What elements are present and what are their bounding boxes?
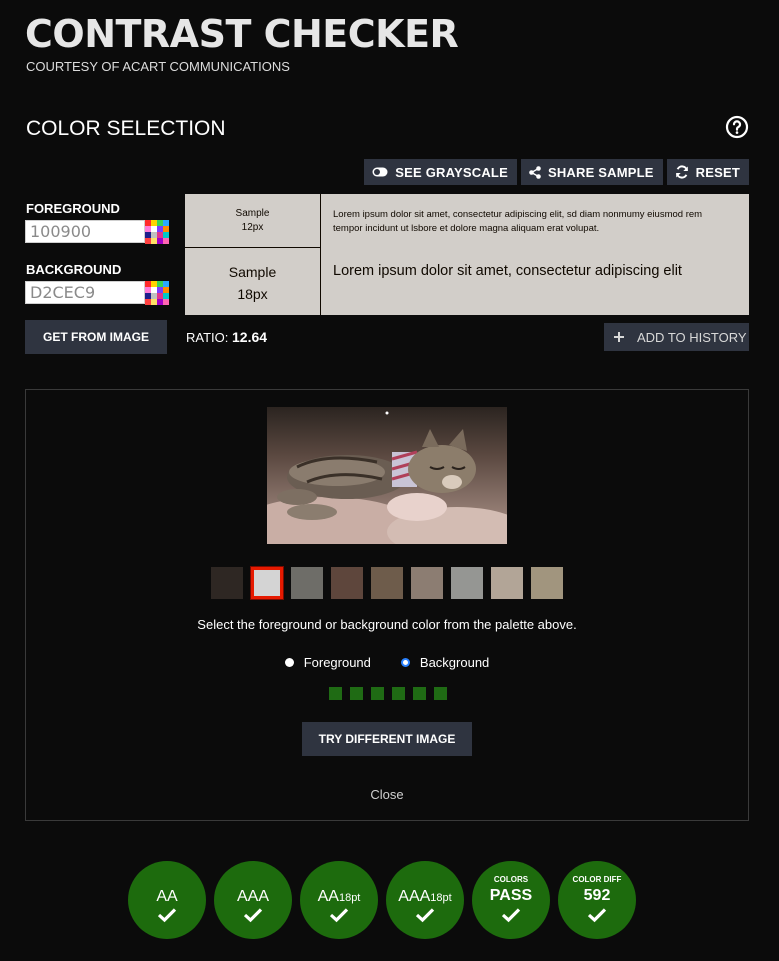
palette-swatch[interactable] bbox=[331, 567, 363, 599]
sample-18px-label-line1: Sample bbox=[228, 264, 277, 280]
badge-aa-18pt: AA18pt bbox=[300, 861, 378, 939]
plus-icon bbox=[614, 332, 624, 342]
share-sample-button[interactable]: SHARE SAMPLE bbox=[520, 159, 663, 185]
palette-instruction: Select the foreground or background colo… bbox=[197, 617, 577, 632]
close-panel-link[interactable]: Close bbox=[26, 787, 748, 802]
check-icon bbox=[157, 908, 177, 923]
check-icon bbox=[243, 908, 263, 923]
sample-preview: Sample 12px Sample 18px Lorem ipsum dolo… bbox=[185, 194, 749, 315]
reset-label: RESET bbox=[695, 164, 740, 180]
badge-colors-caption: COLORS bbox=[493, 875, 529, 884]
palette-swatch[interactable] bbox=[451, 567, 483, 599]
refresh-icon bbox=[675, 165, 688, 179]
check-icon bbox=[501, 908, 521, 923]
palette-swatch[interactable] bbox=[291, 567, 323, 599]
background-input[interactable]: D2CEC9 bbox=[25, 281, 145, 304]
radio-background[interactable]: Background bbox=[400, 655, 490, 670]
palette-swatch[interactable] bbox=[371, 567, 403, 599]
help-icon[interactable] bbox=[725, 115, 749, 139]
get-from-image-button[interactable]: GET FROM IMAGE bbox=[25, 320, 167, 354]
palette-swatch[interactable] bbox=[531, 567, 563, 599]
progress-step bbox=[392, 687, 405, 700]
foreground-input[interactable]: 100900 bbox=[25, 220, 145, 243]
sample-18px-label: Sample 18px bbox=[185, 261, 320, 305]
sample-12px-label: Sample 12px bbox=[185, 207, 320, 235]
image-color-panel: Select the foreground or background colo… bbox=[25, 389, 749, 821]
color-target-radios: Foreground Background bbox=[26, 655, 748, 670]
progress-step bbox=[434, 687, 447, 700]
sample-18px-text: Lorem ipsum dolor sit amet, consectetur … bbox=[333, 263, 682, 279]
radio-foreground-dot[interactable] bbox=[284, 658, 294, 667]
badge-color-diff-value: 592 bbox=[583, 887, 611, 904]
foreground-color-picker-icon[interactable] bbox=[145, 220, 169, 244]
progress-step bbox=[371, 687, 384, 700]
add-to-history-label: ADD TO HISTORY bbox=[637, 329, 747, 345]
badge-aa-18pt-main: AA bbox=[317, 888, 339, 905]
share-sample-label: SHARE SAMPLE bbox=[547, 164, 654, 180]
ratio-label: RATIO: bbox=[186, 330, 229, 345]
reset-button[interactable]: RESET bbox=[666, 159, 749, 185]
badge-aaa-18pt-main: AAA bbox=[398, 888, 431, 905]
radio-background-dot[interactable] bbox=[400, 658, 410, 667]
background-color-picker-icon[interactable] bbox=[145, 281, 169, 305]
see-grayscale-label: SEE GRAYSCALE bbox=[395, 164, 508, 180]
page-title: CONTRAST CHECKER bbox=[25, 12, 459, 56]
page-subtitle: COURTESY OF ACART COMMUNICATIONS bbox=[26, 59, 290, 74]
toggle-icon bbox=[372, 167, 388, 177]
badge-aaa-18pt-label: AAA18pt bbox=[386, 888, 464, 907]
badge-aa: AA bbox=[128, 861, 206, 939]
results-badges: AA AAA AA18pt AAA18pt COLORS PASS COLOR … bbox=[128, 861, 636, 939]
contrast-ratio: RATIO: 12.64 bbox=[186, 329, 267, 345]
sample-12px-label-line2: 12px bbox=[241, 222, 264, 233]
check-icon bbox=[415, 908, 435, 923]
progress-step bbox=[413, 687, 426, 700]
badge-aa-18pt-label: AA18pt bbox=[300, 888, 378, 907]
toolbar: SEE GRAYSCALE SHARE SAMPLE RESET bbox=[364, 159, 749, 185]
badge-aa-label: AA bbox=[156, 888, 178, 905]
radio-background-label: Background bbox=[419, 655, 490, 670]
palette-swatch[interactable] bbox=[411, 567, 443, 599]
badge-aa-18pt-sub: 18pt bbox=[338, 892, 361, 904]
sample-image bbox=[267, 407, 507, 544]
sample-12px-text: Lorem ipsum dolor sit amet, consectetur … bbox=[333, 209, 703, 234]
add-to-history-button[interactable]: ADD TO HISTORY bbox=[604, 323, 749, 351]
badge-color-diff-caption: COLOR DIFF bbox=[572, 875, 622, 884]
foreground-label: FOREGROUND bbox=[26, 201, 120, 216]
radio-foreground[interactable]: Foreground bbox=[284, 655, 371, 670]
progress-step bbox=[329, 687, 342, 700]
image-progress bbox=[329, 687, 447, 700]
palette-swatch[interactable] bbox=[211, 567, 243, 599]
radio-foreground-label: Foreground bbox=[303, 655, 371, 670]
sample-divider-vertical bbox=[320, 194, 321, 315]
badge-colors: COLORS PASS bbox=[472, 861, 550, 939]
share-icon bbox=[529, 165, 541, 179]
badge-aaa-18pt-sub: 18pt bbox=[430, 892, 452, 904]
check-icon bbox=[587, 908, 607, 923]
color-palette bbox=[211, 567, 563, 599]
sample-18px-label-line2: 18px bbox=[237, 286, 268, 302]
see-grayscale-button[interactable]: SEE GRAYSCALE bbox=[364, 159, 517, 185]
palette-swatch[interactable] bbox=[251, 567, 283, 599]
check-icon bbox=[329, 908, 349, 923]
badge-aaa: AAA bbox=[214, 861, 292, 939]
sample-12px-label-line1: Sample bbox=[235, 208, 270, 219]
palette-swatch[interactable] bbox=[491, 567, 523, 599]
badge-aaa-label: AAA bbox=[236, 888, 269, 905]
ratio-value: 12.64 bbox=[232, 329, 268, 345]
badge-colors-value: PASS bbox=[489, 887, 533, 904]
badge-aaa-18pt: AAA18pt bbox=[386, 861, 464, 939]
try-different-image-button[interactable]: TRY DIFFERENT IMAGE bbox=[302, 722, 472, 756]
section-title: COLOR SELECTION bbox=[26, 117, 226, 140]
progress-step bbox=[350, 687, 363, 700]
sample-divider-horizontal bbox=[185, 247, 320, 248]
background-label: BACKGROUND bbox=[26, 262, 122, 277]
badge-color-diff: COLOR DIFF 592 bbox=[558, 861, 636, 939]
